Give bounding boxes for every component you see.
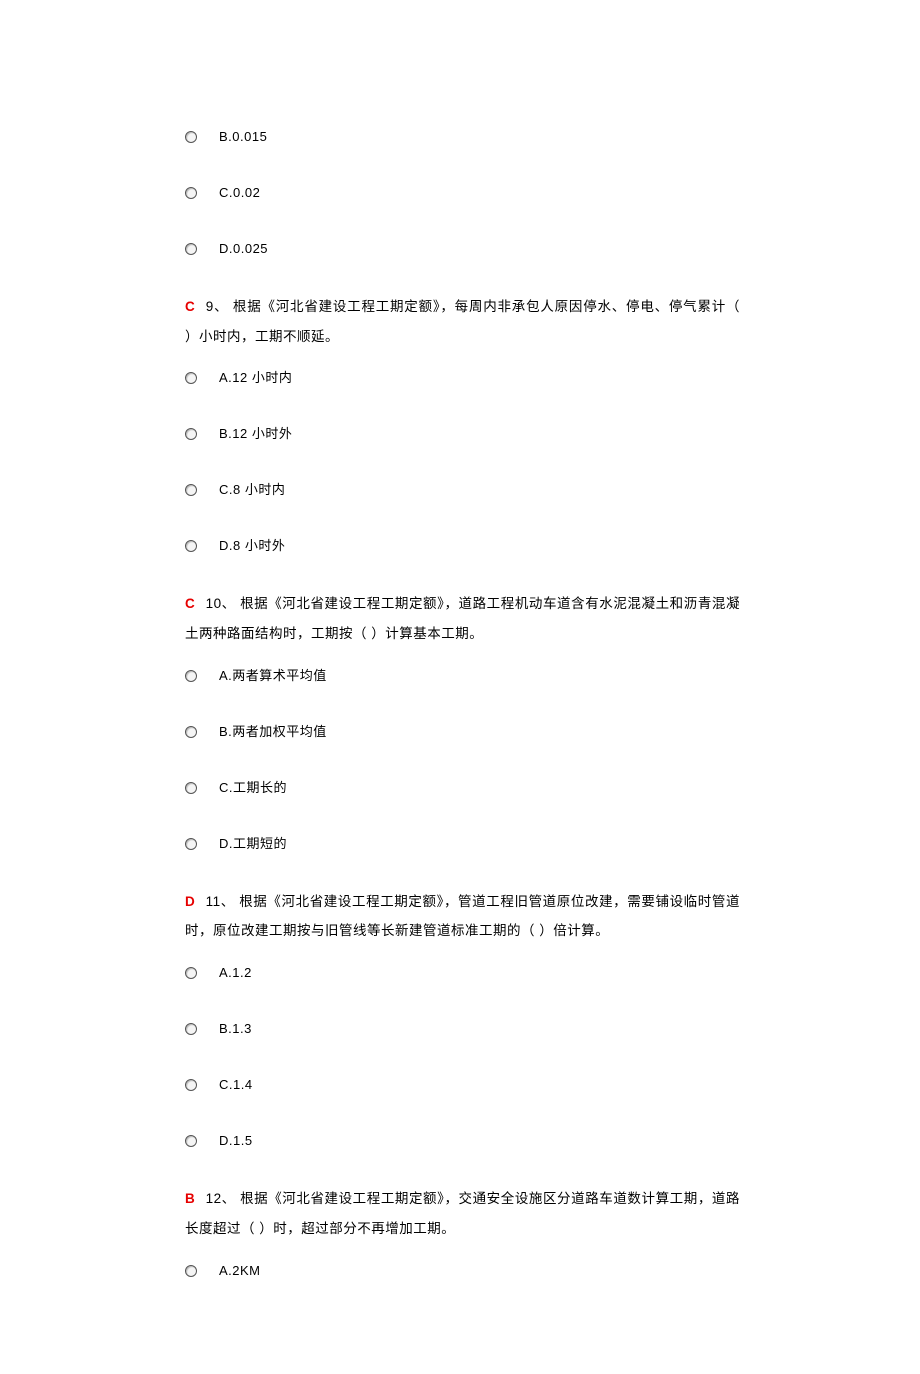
option-row: A.1.2 — [185, 960, 740, 986]
option-label: D.1.5 — [219, 1128, 253, 1154]
question-text: 根据《河北省建设工程工期定额》，每周内非承包人原因停水、停电、停气累计（ ）小时… — [185, 299, 740, 344]
option-label: D.8 小时外 — [219, 533, 285, 559]
radio-icon[interactable] — [185, 1079, 197, 1091]
radio-icon[interactable] — [185, 1023, 197, 1035]
option-row: A.两者算术平均值 — [185, 663, 740, 689]
radio-icon[interactable] — [185, 540, 197, 552]
option-row: B.两者加权平均值 — [185, 719, 740, 745]
question-number: 11、 — [206, 894, 235, 909]
radio-icon[interactable] — [185, 670, 197, 682]
question-text: 根据《河北省建设工程工期定额》，道路工程机动车道含有水泥混凝土和沥青混凝土两种路… — [185, 596, 740, 641]
option-row: B.12 小时外 — [185, 421, 740, 447]
option-row: C.8 小时内 — [185, 477, 740, 503]
option-row: B.0.015 — [185, 124, 740, 150]
option-row: D.0.025 — [185, 236, 740, 262]
answer-letter: B — [185, 1191, 195, 1206]
question-number: 9、 — [206, 299, 229, 314]
question-stem: C 9、 根据《河北省建设工程工期定额》，每周内非承包人原因停水、停电、停气累计… — [185, 292, 740, 351]
option-label: C.0.02 — [219, 180, 260, 206]
radio-icon[interactable] — [185, 243, 197, 255]
radio-icon[interactable] — [185, 131, 197, 143]
option-row: A.2KM — [185, 1258, 740, 1284]
question-number: 12、 — [206, 1191, 236, 1206]
question-text: 根据《河北省建设工程工期定额》，管道工程旧管道原位改建，需要铺设临时管道时，原位… — [185, 894, 740, 939]
option-label: B.0.015 — [219, 124, 267, 150]
radio-icon[interactable] — [185, 428, 197, 440]
option-label: C.8 小时内 — [219, 477, 285, 503]
radio-icon[interactable] — [185, 1265, 197, 1277]
option-label: A.2KM — [219, 1258, 261, 1284]
option-row: D.1.5 — [185, 1128, 740, 1154]
option-row: B.1.3 — [185, 1016, 740, 1042]
option-label: B.12 小时外 — [219, 421, 292, 447]
question-stem: D 11、 根据《河北省建设工程工期定额》，管道工程旧管道原位改建，需要铺设临时… — [185, 887, 740, 946]
answer-letter: C — [185, 596, 195, 611]
option-label: B.1.3 — [219, 1016, 252, 1042]
option-label: C.1.4 — [219, 1072, 253, 1098]
option-row: C.工期长的 — [185, 775, 740, 801]
option-row: D.8 小时外 — [185, 533, 740, 559]
option-label: A.两者算术平均值 — [219, 663, 327, 689]
radio-icon[interactable] — [185, 1135, 197, 1147]
option-row: A.12 小时内 — [185, 365, 740, 391]
option-label: C.工期长的 — [219, 775, 287, 801]
radio-icon[interactable] — [185, 967, 197, 979]
option-row: C.0.02 — [185, 180, 740, 206]
answer-letter: D — [185, 894, 195, 909]
option-label: D.0.025 — [219, 236, 268, 262]
option-row: D.工期短的 — [185, 831, 740, 857]
answer-letter: C — [185, 299, 195, 314]
radio-icon[interactable] — [185, 484, 197, 496]
option-label: B.两者加权平均值 — [219, 719, 327, 745]
option-label: A.12 小时内 — [219, 365, 292, 391]
radio-icon[interactable] — [185, 187, 197, 199]
option-label: A.1.2 — [219, 960, 252, 986]
option-row: C.1.4 — [185, 1072, 740, 1098]
question-stem: C 10、 根据《河北省建设工程工期定额》，道路工程机动车道含有水泥混凝土和沥青… — [185, 589, 740, 648]
question-text: 根据《河北省建设工程工期定额》，交通安全设施区分道路车道数计算工期，道路长度超过… — [185, 1191, 740, 1236]
radio-icon[interactable] — [185, 372, 197, 384]
question-number: 10、 — [206, 596, 236, 611]
document-page: B.0.015 C.0.02 D.0.025 C 9、 根据《河北省建设工程工期… — [0, 0, 920, 1374]
radio-icon[interactable] — [185, 838, 197, 850]
radio-icon[interactable] — [185, 782, 197, 794]
question-stem: B 12、 根据《河北省建设工程工期定额》，交通安全设施区分道路车道数计算工期，… — [185, 1184, 740, 1243]
option-label: D.工期短的 — [219, 831, 287, 857]
radio-icon[interactable] — [185, 726, 197, 738]
